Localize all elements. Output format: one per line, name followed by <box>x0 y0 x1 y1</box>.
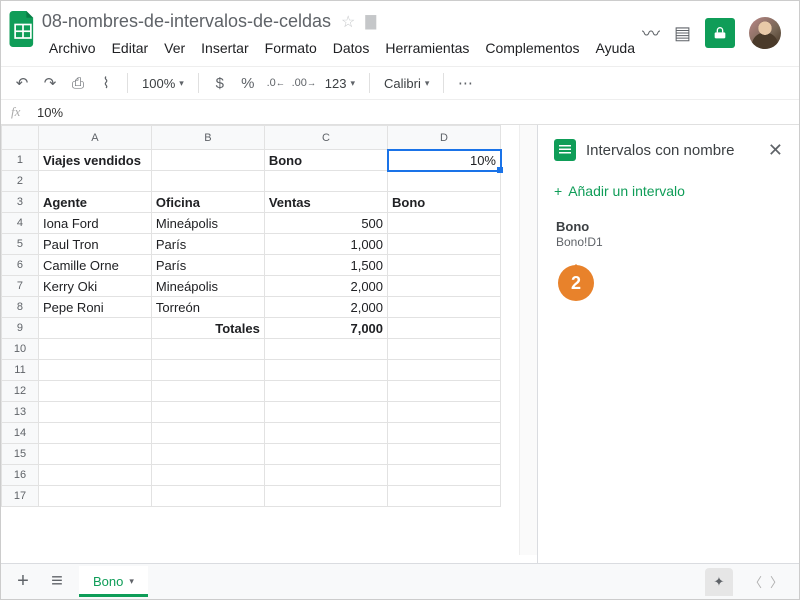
percent-button[interactable]: % <box>237 71 259 95</box>
increase-decimal-button[interactable]: .00→ <box>293 71 315 95</box>
close-icon[interactable]: ✕ <box>768 140 783 161</box>
comments-icon[interactable]: ▤ <box>674 23 691 44</box>
row-header[interactable]: 8 <box>2 297 39 318</box>
cell[interactable]: Viajes vendidos <box>38 150 151 171</box>
row-header[interactable]: 5 <box>2 234 39 255</box>
col-header-C[interactable]: C <box>264 126 387 150</box>
paint-format-button[interactable]: ⌇ <box>95 71 117 95</box>
activity-icon[interactable]: 〰 <box>642 20 660 46</box>
row-header[interactable]: 2 <box>2 171 39 192</box>
add-sheet-button[interactable]: + <box>11 570 35 593</box>
select-all-corner[interactable] <box>2 126 39 150</box>
row-header[interactable]: 1 <box>2 150 39 171</box>
menu-editar[interactable]: Editar <box>105 36 156 60</box>
currency-button[interactable]: $ <box>209 71 231 95</box>
cell[interactable] <box>151 150 264 171</box>
vertical-scrollbar[interactable] <box>519 125 537 555</box>
cell-active[interactable]: 10% <box>388 150 501 171</box>
toolbar-more-button[interactable]: ⋯ <box>454 71 476 95</box>
move-folder-icon[interactable]: ▇ <box>365 13 376 30</box>
cell[interactable]: Bono <box>388 192 501 213</box>
menu-ver[interactable]: Ver <box>157 36 192 60</box>
menubar: Archivo Editar Ver Insertar Formato Dato… <box>42 34 642 66</box>
chevron-down-icon[interactable]: ▾ <box>129 576 134 587</box>
toolbar: ↶ ↷ ⎙ ⌇ 100%▾ $ % .0← .00→ 123▾ Calibri▾… <box>1 66 799 100</box>
decrease-decimal-button[interactable]: .0← <box>265 71 287 95</box>
menu-complementos[interactable]: Complementos <box>478 36 586 60</box>
fx-value[interactable]: 10% <box>37 105 63 120</box>
chevron-left-icon[interactable]: 〈 <box>749 572 762 591</box>
cell[interactable]: Ventas <box>264 192 387 213</box>
menu-ayuda[interactable]: Ayuda <box>589 36 642 60</box>
more-formats-button[interactable]: 123▾ <box>321 74 359 93</box>
plus-icon: + <box>554 183 562 199</box>
chevron-right-icon[interactable]: 〉 <box>770 572 783 591</box>
col-header-D[interactable]: D <box>388 126 501 150</box>
redo-button[interactable]: ↷ <box>39 71 61 95</box>
menu-insertar[interactable]: Insertar <box>194 36 255 60</box>
document-title[interactable]: 08-nombres-de-intervalos-de-celdas <box>42 11 331 32</box>
menu-archivo[interactable]: Archivo <box>42 36 103 60</box>
tutorial-callout: 2 <box>558 265 594 301</box>
panel-title: Intervalos con nombre <box>586 142 758 159</box>
fx-label: fx <box>11 104 37 120</box>
named-range-ref: Bono!D1 <box>556 234 783 249</box>
sheets-logo[interactable] <box>9 9 38 49</box>
menu-datos[interactable]: Datos <box>326 36 377 60</box>
col-header-B[interactable]: B <box>151 126 264 150</box>
named-range-item[interactable]: Bono Bono!D1 <box>538 213 799 251</box>
row-header[interactable]: 6 <box>2 255 39 276</box>
formula-bar[interactable]: fx 10% <box>1 100 799 125</box>
cell[interactable]: Agente <box>38 192 151 213</box>
undo-button[interactable]: ↶ <box>11 71 33 95</box>
named-ranges-panel: Intervalos con nombre ✕ + Añadir un inte… <box>537 125 799 583</box>
row-header[interactable]: 3 <box>2 192 39 213</box>
spreadsheet-grid[interactable]: A B C D 1 Viajes vendidos Bono 10% 2 3 A… <box>1 125 501 507</box>
star-icon[interactable]: ☆ <box>341 12 355 32</box>
add-range-button[interactable]: + Añadir un intervalo <box>538 173 799 213</box>
zoom-select[interactable]: 100%▾ <box>138 74 188 93</box>
print-button[interactable]: ⎙ <box>67 71 89 95</box>
explore-button[interactable]: ✦ <box>705 568 733 596</box>
account-avatar[interactable] <box>749 17 781 49</box>
sheet-tabs-bar: + ≡ Bono ▾ ✦ 〈 〉 <box>1 563 799 599</box>
font-select[interactable]: Calibri▾ <box>380 74 433 93</box>
cell[interactable]: Oficina <box>151 192 264 213</box>
col-header-A[interactable]: A <box>38 126 151 150</box>
menu-herramientas[interactable]: Herramientas <box>378 36 476 60</box>
named-range-name: Bono <box>556 219 783 234</box>
sheets-icon <box>554 139 576 161</box>
share-button[interactable] <box>705 18 735 48</box>
sheet-tab-active[interactable]: Bono ▾ <box>79 566 148 597</box>
row-header[interactable]: 7 <box>2 276 39 297</box>
menu-formato[interactable]: Formato <box>258 36 324 60</box>
all-sheets-button[interactable]: ≡ <box>45 570 69 593</box>
cell[interactable]: Bono <box>264 150 387 171</box>
row-header[interactable]: 4 <box>2 213 39 234</box>
row-header[interactable]: 9 <box>2 318 39 339</box>
